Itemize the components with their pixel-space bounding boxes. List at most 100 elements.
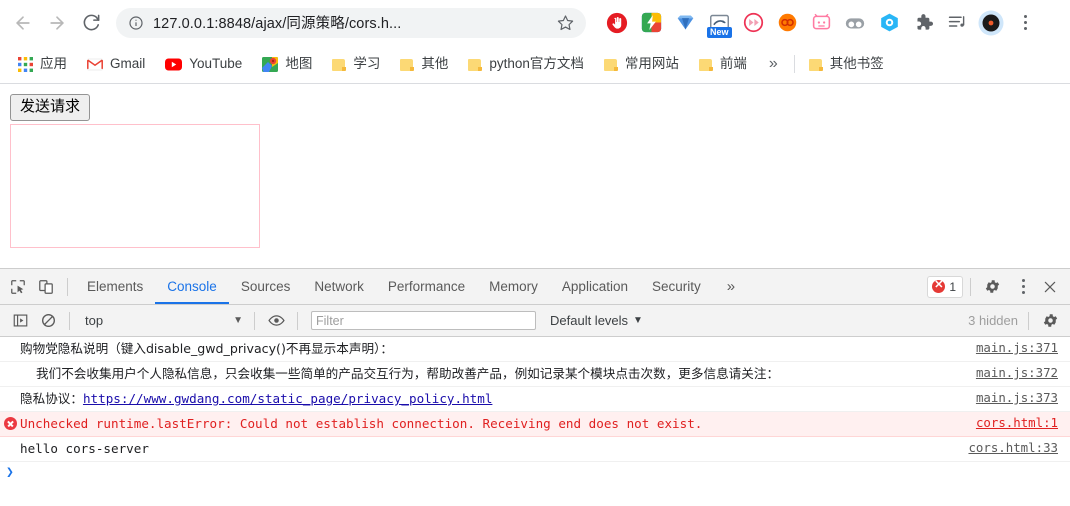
puzzle-extensions-icon[interactable] (909, 9, 937, 37)
tab-application[interactable]: Application (550, 269, 640, 304)
bookmark-star-icon[interactable] (549, 14, 574, 31)
console-prompt[interactable]: ❯ (0, 462, 1070, 480)
tab-performance[interactable]: Performance (376, 269, 477, 304)
address-bar-url: 127.0.0.1:8848/ajax/同源策略/cors.h... (153, 16, 402, 32)
message-gutter (0, 414, 20, 430)
bookmark-label: 常用网站 (624, 56, 679, 72)
reload-button[interactable] (76, 8, 106, 38)
more-options-kebab-icon[interactable] (1010, 273, 1036, 301)
send-request-button[interactable]: 发送请求 (10, 94, 91, 121)
folder-icon (698, 58, 713, 71)
filterbar-divider-4 (1028, 311, 1029, 330)
bookmark-item-youtube[interactable]: YouTube (157, 51, 250, 77)
bookmark-folder-common-sites[interactable]: 常用网站 (596, 51, 687, 77)
diamond-extension-icon[interactable] (671, 9, 699, 37)
folder-icon (332, 58, 347, 71)
error-count: 1 (949, 279, 956, 294)
console-message-text: 隐私协议：https://www.gwdang.com/static_page/… (20, 389, 976, 408)
adblock-extension-icon[interactable] (603, 9, 631, 37)
close-icon[interactable] (1036, 273, 1064, 301)
console-message-source[interactable]: main.js:373 (976, 389, 1070, 405)
bookmark-item-gmail[interactable]: Gmail (79, 51, 153, 77)
infinity-extension-icon[interactable] (773, 9, 801, 37)
more-tabs-button[interactable]: » (713, 269, 749, 304)
chevron-down-icon: ▼ (633, 315, 643, 326)
clear-console-icon[interactable] (34, 307, 62, 335)
console-message-prefix: 隐私协议： (20, 391, 83, 406)
bookmark-folder-python-docs[interactable]: python官方文档 (460, 51, 592, 77)
response-result-box (10, 124, 260, 248)
gear-icon[interactable] (978, 273, 1006, 301)
console-message[interactable]: hello cors-server cors.html:33 (0, 437, 1070, 462)
forward-button[interactable] (42, 8, 72, 38)
bookmark-folder-other-bookmarks[interactable]: 其他书签 (801, 51, 892, 77)
message-gutter (0, 339, 20, 342)
console-message-source[interactable]: main.js:372 (976, 364, 1070, 380)
console-sidebar-icon[interactable] (6, 307, 34, 335)
back-button[interactable] (8, 8, 38, 38)
devtools-toolbar-right: ✕ 1 (927, 273, 1070, 301)
console-message-source[interactable]: cors.html:33 (968, 439, 1070, 455)
hexagon-o-extension-icon[interactable] (875, 9, 903, 37)
console-message[interactable]: 隐私协议：https://www.gwdang.com/static_page/… (0, 387, 1070, 412)
screenshot-extension-icon[interactable]: New (705, 9, 733, 38)
inspect-element-icon[interactable] (4, 273, 32, 301)
info-circle-icon[interactable] (128, 15, 144, 31)
console-error-message[interactable]: Unchecked runtime.lastError: Could not e… (0, 412, 1070, 437)
console-message-source[interactable]: cors.html:1 (976, 414, 1070, 430)
tab-sources[interactable]: Sources (229, 269, 303, 304)
console-context-value: top (85, 313, 104, 328)
devtools-right-divider (970, 277, 971, 296)
console-message[interactable]: 我们不会收集用户个人隐私信息，只会收集一些简单的产品交互行为，帮助改善产品，例如… (0, 362, 1070, 387)
tab-elements[interactable]: Elements (75, 269, 155, 304)
vinyl-record-extension-icon[interactable] (977, 9, 1005, 37)
extension-new-badge: New (707, 26, 732, 38)
tab-network[interactable]: Network (302, 269, 376, 304)
browser-toolbar: 127.0.0.1:8848/ajax/同源策略/cors.h... New (0, 0, 1070, 45)
console-message-source[interactable]: main.js:371 (976, 339, 1070, 355)
bilibili-tv-extension-icon[interactable] (807, 9, 835, 37)
bookmark-item-apps[interactable]: 应用 (10, 51, 75, 77)
error-count-badge[interactable]: ✕ 1 (927, 275, 963, 298)
console-message-text: 购物党隐私说明（键入disable_gwd_privacy()不再显示本声明）： (20, 341, 393, 356)
browser-window: 127.0.0.1:8848/ajax/同源策略/cors.h... New 应… (0, 0, 1070, 506)
chevron-down-icon: ▼ (233, 315, 243, 326)
folder-icon (400, 58, 415, 71)
console-message-text: Unchecked runtime.lastError: Could not e… (20, 416, 703, 431)
console-message[interactable]: 购物党隐私说明（键入disable_gwd_privacy()不再显示本声明）：… (0, 337, 1070, 362)
console-message-list[interactable]: 购物党隐私说明（键入disable_gwd_privacy()不再显示本声明）：… (0, 337, 1070, 506)
bookmark-item-maps[interactable]: 地图 (254, 51, 320, 77)
error-circle-icon: ✕ (932, 279, 946, 293)
bookmark-folder-qita[interactable]: 其他 (392, 51, 456, 77)
goggles-extension-icon[interactable] (841, 9, 869, 37)
devtools-panel: Elements Console Sources Network Perform… (0, 268, 1070, 506)
music-playlist-extension-icon[interactable] (943, 9, 971, 37)
bookmarks-bar: 应用 Gmail YouTube 地图 学习 其他 python官方文档 常用网… (0, 45, 1070, 84)
console-context-select[interactable]: top ▼ (77, 311, 247, 331)
console-settings-gear-icon[interactable] (1036, 307, 1064, 335)
tab-memory[interactable]: Memory (477, 269, 550, 304)
bookmarks-overflow-button[interactable]: » (759, 55, 788, 73)
console-filter-input[interactable]: Filter (311, 311, 536, 330)
filterbar-divider-3 (297, 311, 298, 330)
device-toolbar-icon[interactable] (32, 273, 60, 301)
bookmark-label: 其他书签 (829, 56, 884, 72)
tab-security[interactable]: Security (640, 269, 713, 304)
bookmark-label: python官方文档 (489, 56, 584, 72)
privacy-policy-link[interactable]: https://www.gwdang.com/static_page/priva… (83, 391, 492, 406)
filterbar-divider-1 (69, 311, 70, 330)
tab-console[interactable]: Console (155, 269, 229, 304)
chrome-menu-kebab-icon[interactable] (1012, 9, 1038, 37)
bookmark-folder-xuexi[interactable]: 学习 (324, 51, 388, 77)
live-expression-eye-icon[interactable] (262, 307, 290, 335)
message-gutter (0, 389, 20, 392)
fast-forward-extension-icon[interactable] (739, 9, 767, 37)
address-bar[interactable]: 127.0.0.1:8848/ajax/同源策略/cors.h... (116, 7, 586, 38)
console-levels-select[interactable]: Default levels ▼ (550, 313, 643, 328)
folder-icon (468, 58, 483, 71)
bookmark-folder-frontend[interactable]: 前端 (691, 51, 755, 77)
page-content: 发送请求 (0, 84, 1070, 268)
console-filter-bar: top ▼ Filter Default levels ▼ 3 hidden (0, 305, 1070, 337)
lightning-color-extension-icon[interactable] (637, 9, 665, 37)
bookmark-label: YouTube (189, 56, 243, 72)
